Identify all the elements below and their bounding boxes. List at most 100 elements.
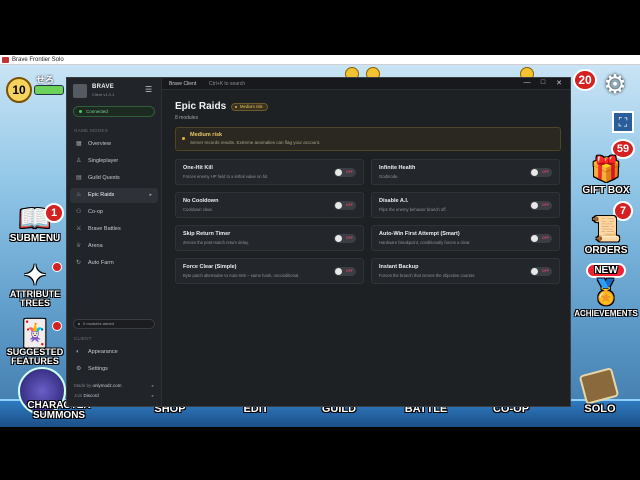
risk-banner: Medium risk Server records results. Extr…	[175, 127, 561, 151]
sidebar-item-settings[interactable]: ⚙ Settings	[70, 362, 158, 377]
attribute-trees-dot	[52, 262, 62, 272]
module-count: 8 modules	[175, 115, 199, 121]
tree-icon: ✦	[24, 260, 46, 290]
brand-logo	[73, 84, 87, 98]
risk-badge: Medium risk	[231, 103, 268, 111]
module-title: No Cooldown	[183, 198, 219, 204]
sidebar-item-label: Singleplayer	[88, 158, 119, 164]
module-toggle[interactable]: OFF	[530, 168, 552, 177]
made-by-link[interactable]: Made by onlymodz.com ▸	[74, 383, 154, 388]
page-title: Epic Raids	[175, 101, 227, 112]
status-dot-icon	[79, 110, 82, 113]
minimize-icon[interactable]: —	[522, 79, 532, 86]
sidebar-item-guild-quests[interactable]: ▤ Guild Quests	[70, 171, 158, 186]
made-by-value: onlymodz.com	[92, 383, 122, 388]
close-icon[interactable]: ✕	[554, 79, 564, 87]
chevron-right-icon: ▸	[151, 393, 154, 398]
module-toggle[interactable]: OFF	[334, 201, 356, 210]
join-discord-link[interactable]: Join Discord ▸	[74, 393, 154, 398]
module-title: Force Clear (Simple)	[183, 264, 237, 270]
scroll-icon: ▤	[76, 175, 82, 181]
module-card: Disable A.I. Flips the enemy behavior br…	[371, 192, 560, 218]
sidebar-item-label: Auto Farm	[88, 260, 114, 266]
toggle-knob	[335, 202, 342, 209]
sidebar-item-overview[interactable]: ▦ Overview	[70, 137, 158, 152]
warning-dot-icon	[182, 137, 185, 140]
sidebar-item-brave-battles[interactable]: ⚔ Brave Battles	[70, 222, 158, 237]
menu-icon[interactable]: ☰	[145, 85, 152, 94]
sidebar-item-appearance[interactable]: ◐ Appearance	[70, 345, 158, 360]
game-window-title: Brave Frontier Solo	[12, 57, 64, 63]
submenu-label: SUBMENU	[9, 233, 61, 244]
flame-icon: ♨	[76, 192, 82, 198]
sidebar-item-singleplayer[interactable]: ♙ Singleplayer	[70, 154, 158, 169]
module-title: Auto-Win First Attempt (Smart)	[379, 231, 460, 237]
game-settings-gear-icon[interactable]: ⚙	[600, 69, 630, 99]
module-desc: Zeroes the post-match return delay.	[183, 240, 250, 245]
module-card: Force Clear (Simple) Byte patch alternat…	[175, 258, 364, 284]
module-desc: Byte patch alternative to Auto-Win – sam…	[183, 273, 300, 278]
search-shortcut-hint[interactable]: Ctrl+K to search	[209, 81, 245, 87]
achievements-label: ACHIEVEMENTS	[574, 309, 638, 318]
module-desc: Godmode.	[379, 174, 399, 179]
module-toggle[interactable]: OFF	[334, 267, 356, 276]
module-toggle[interactable]: OFF	[334, 234, 356, 243]
gift-box-button[interactable]: 🎁 GIFT BOX	[572, 155, 640, 196]
game-window-titlebar: Brave Frontier Solo	[0, 55, 640, 65]
cards-icon: 🃏	[18, 318, 52, 348]
module-toggle[interactable]: OFF	[530, 201, 552, 210]
module-title: Skip Return Timer	[183, 231, 231, 237]
section-label-client: CLIENT	[74, 336, 92, 341]
achievements-button[interactable]: NEW 🏅 ACHIEVEMENTS	[572, 263, 640, 319]
trophy-icon: ♕	[76, 243, 82, 249]
toggle-knob	[531, 169, 538, 176]
users-icon: ⚇	[76, 209, 82, 215]
toggle-knob	[335, 268, 342, 275]
orders-button[interactable]: 📜 ORDERS	[572, 215, 640, 256]
module-toggle[interactable]: OFF	[530, 234, 552, 243]
palette-icon: ◐	[76, 349, 80, 355]
orders-label: ORDERS	[584, 245, 628, 256]
bottom-nav-solo[interactable]: SOLO	[578, 403, 622, 415]
status-dot-icon	[78, 323, 80, 325]
risk-banner-title: Medium risk	[190, 132, 223, 138]
notification-badge[interactable]: 20	[573, 69, 597, 91]
sidebar-item-coop[interactable]: ⚇ Co-op	[70, 205, 158, 220]
sidebar-item-arena[interactable]: ♕ Arena	[70, 239, 158, 254]
module-card: One-Hit Kill Forces enemy HP field to a …	[175, 159, 364, 185]
join-value: Discord	[83, 393, 99, 398]
suggested-features-label: SUGGESTED FEATURES	[6, 347, 64, 366]
client-titlebar: Brave Client Ctrl+K to search — □ ✕	[162, 78, 570, 90]
sidebar-item-label: Epic Raids	[88, 192, 115, 198]
toggle-label: OFF	[541, 170, 549, 174]
fullscreen-button[interactable]: ⛶	[612, 111, 634, 133]
maximize-icon[interactable]: □	[538, 79, 548, 86]
modules-armed-status: 0 modules armed	[73, 319, 155, 329]
toggle-label: OFF	[541, 203, 549, 207]
module-title: Disable A.I.	[379, 198, 409, 204]
main-panel: Epic Raids Medium risk 8 modules Medium …	[163, 91, 570, 406]
player-energy-bar	[34, 85, 64, 95]
module-title: Infinite Health	[379, 165, 416, 171]
module-desc: Forces enemy HP field to a lethal value …	[183, 174, 269, 179]
sidebar-item-epic-raids[interactable]: ♨ Epic Raids ▸	[70, 188, 158, 203]
toggle-knob	[531, 202, 538, 209]
toggle-label: OFF	[345, 236, 353, 240]
scroll-icon: 📜	[591, 216, 621, 243]
client-title: Brave Client	[169, 81, 197, 87]
risk-badge-label: Medium risk	[240, 104, 263, 109]
module-title: One-Hit Kill	[183, 165, 213, 171]
module-toggle[interactable]: OFF	[530, 267, 552, 276]
module-desc: Hardware breakpoint, conditionally force…	[379, 240, 471, 245]
connection-label: Connected	[86, 109, 108, 114]
made-by-label: Made by	[74, 383, 92, 388]
toggle-label: OFF	[541, 236, 549, 240]
module-desc: Flips the enemy behavior branch off.	[379, 207, 447, 212]
sidebar-item-auto-farm[interactable]: ↻ Auto Farm	[70, 256, 158, 271]
module-desc: Forces the branch that zeroes the object…	[379, 273, 476, 278]
module-toggle[interactable]: OFF	[334, 168, 356, 177]
repeat-icon: ↻	[76, 260, 82, 266]
module-card: Infinite Health Godmode. OFF	[371, 159, 560, 185]
toggle-label: OFF	[345, 203, 353, 207]
module-card: Instant Backup Forces the branch that ze…	[371, 258, 560, 284]
